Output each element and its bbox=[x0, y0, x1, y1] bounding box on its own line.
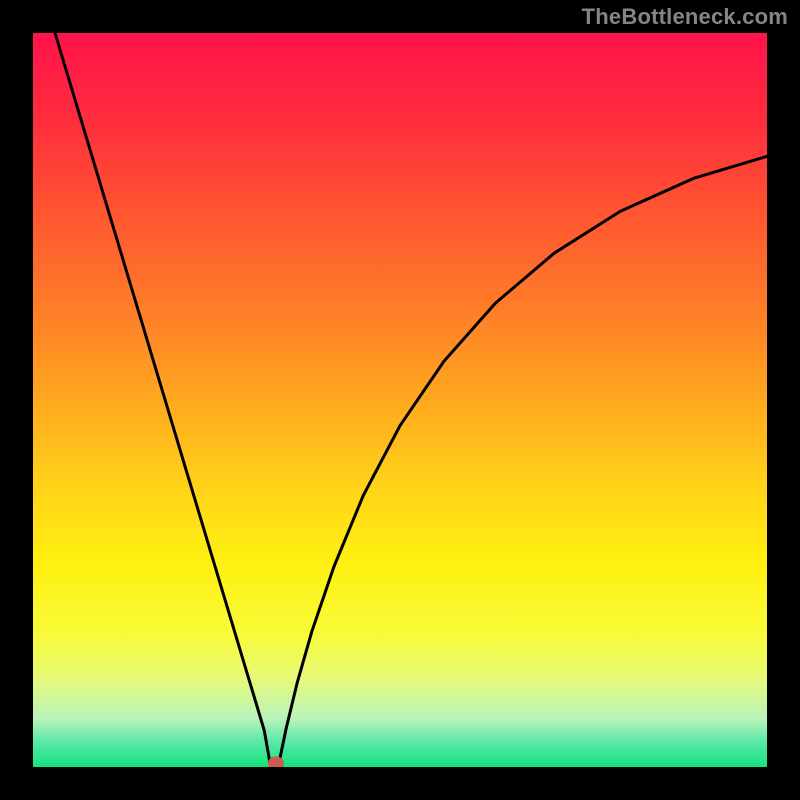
bottleneck-chart bbox=[33, 33, 767, 767]
chart-frame: TheBottleneck.com bbox=[0, 0, 800, 800]
attribution-label: TheBottleneck.com bbox=[582, 4, 788, 30]
plot-background bbox=[33, 33, 767, 767]
